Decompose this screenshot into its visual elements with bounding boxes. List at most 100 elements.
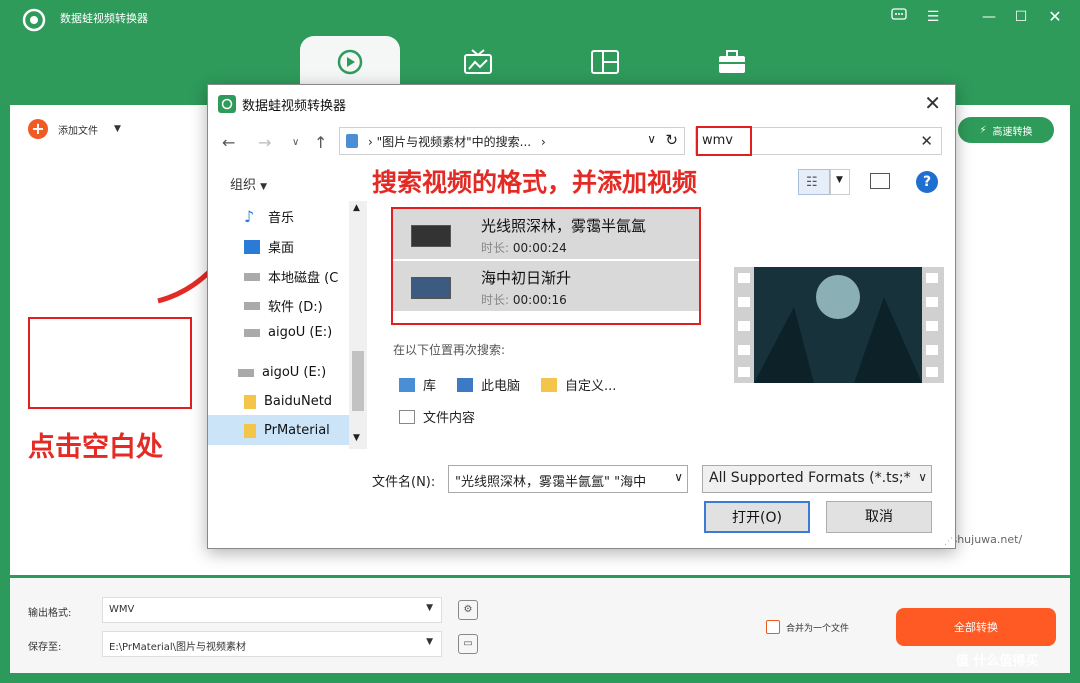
address-chevron-icon: › [540,135,546,149]
save-to-select[interactable]: E:\PrMaterial\图片与视频素材 ▼ [102,631,442,657]
search-location-file-content[interactable]: 文件内容 [399,407,475,426]
convert-icon [337,49,363,75]
sidebar-item-label: aigoU (E:) [268,325,333,340]
merge-checkbox[interactable]: 合并为一个文件 [766,620,849,634]
plus-icon: + [28,119,48,139]
files-highlight [391,207,701,325]
sidebar-item-label: PrMaterial [264,423,330,438]
click-blank-annotation: 点击空白处 [28,432,163,463]
lightning-icon: ⚡ [979,124,987,136]
dialog-app-icon [218,95,236,113]
sidebar-item-prmaterial[interactable]: PrMaterial [244,423,330,438]
back-arrow-icon[interactable]: ← [222,133,235,152]
output-format-select[interactable]: WMV ▼ [102,597,442,623]
location-label: 自定义... [565,379,617,394]
search-location-custom[interactable]: 自定义... [541,375,616,394]
output-format-label: 输出格式: [28,608,72,619]
organize-label: 组织 [230,178,257,193]
sidebar-item-aigou-e[interactable]: aigoU (E:) [244,325,332,340]
output-settings-icon[interactable]: ⚙ [458,600,478,620]
computer-icon [457,377,473,392]
drive-icon [244,301,260,310]
sidebar-item-label: 本地磁盘 (C [268,271,339,286]
custom-folder-icon [541,377,557,392]
merge-label: 合并为一个文件 [786,623,850,634]
save-to-value: E:\PrMaterial\图片与视频素材 [109,642,247,653]
brand-watermark-icon: 值 [956,654,970,669]
view-dropdown-button[interactable]: ▼ [830,169,850,195]
chevron-down-icon[interactable]: ▼ [114,124,121,134]
sidebar-item-software-d[interactable]: 软件 (D:) [244,296,323,315]
preview-pane-icon[interactable] [870,173,890,189]
forward-arrow-icon[interactable]: → [258,133,271,152]
checkbox-icon[interactable] [766,620,780,634]
clear-search-icon[interactable]: ✕ [920,132,933,150]
chevron-down-icon: ▼ [260,182,268,192]
sidebar-item-local-disk-c[interactable]: 本地磁盘 (C [244,267,338,286]
address-chevron-icon: › [368,135,373,149]
view-details-button[interactable]: ☷ [798,169,830,195]
speed-convert-label: 高速转换 [992,126,1033,138]
app-logo-icon [22,8,46,32]
sidebar-scrollbar[interactable]: ▲ ▼ [349,201,367,449]
brand-watermark-text: 什么值得买 [973,654,1039,669]
address-dropdown-icon[interactable]: ∨ [647,132,656,146]
speed-convert-button[interactable]: ⚡ 高速转换 [958,117,1054,143]
search-box[interactable]: wmv ✕ [695,126,942,156]
menu-icon[interactable]: ☰ [924,8,942,26]
sidebar-item-desktop[interactable]: 桌面 [244,237,294,256]
dialog-title: 数据蛙视频转换器 [242,99,347,114]
organize-menu[interactable]: 组织 ▼ [230,174,267,193]
up-arrow-icon[interactable]: ↑ [314,133,327,152]
open-folder-icon[interactable]: ▭ [458,634,478,654]
blank-area-highlight[interactable] [28,317,192,409]
sidebar-item-music[interactable]: ♪ 音乐 [244,207,294,226]
resize-grip-icon[interactable]: ⋰ [944,537,954,547]
refresh-icon[interactable]: ↻ [665,131,678,149]
filename-label: 文件名(N): [372,475,436,490]
sidebar-item-label: 软件 (D:) [268,300,323,315]
search-input[interactable]: wmv [696,126,752,156]
music-icon: ♪ [244,206,255,226]
address-bar[interactable]: › "图片与视频素材"中的搜索... › ∨ ↻ [339,127,685,155]
location-label: 此电脑 [481,379,521,394]
search-again-label: 在以下位置再次搜索: [393,343,506,357]
filename-input[interactable]: "光线照深林，雾霭半氤氲" "海中 ∨ [448,465,688,493]
feedback-icon[interactable] [890,8,908,26]
usb-drive-icon [238,368,254,377]
open-button[interactable]: 打开(O) [704,501,810,533]
minimize-icon[interactable]: — [980,8,998,26]
scroll-down-icon[interactable]: ▼ [353,433,360,443]
search-location-computer[interactable]: 此电脑 [457,375,520,394]
help-icon[interactable]: ? [916,171,938,193]
sidebar-item-aigou-e-usb[interactable]: aigoU (E:) [238,365,326,380]
navigation-pane: ♪ 音乐 桌面 本地磁盘 (C 软件 (D:) aigoU (E:) aigoU… [208,201,368,449]
library-icon [399,377,415,392]
file-open-dialog: 数据蛙视频转换器 ✕ ← → ∨ ↑ › "图片与视频素材"中的搜索... › … [207,84,956,549]
close-window-icon[interactable]: ✕ [1046,8,1064,26]
location-label: 库 [423,379,437,394]
add-file-label: 添加文件 [58,125,98,137]
save-to-label: 保存至: [28,642,62,653]
maximize-icon[interactable]: ☐ [1012,8,1030,26]
preview-pane [734,267,944,383]
add-file-button[interactable]: + 添加文件 ▼ [28,119,121,139]
recent-dropdown-icon[interactable]: ∨ [292,137,299,148]
folder-icon [244,394,256,409]
chevron-down-icon: ∨ [918,470,927,484]
search-location-library[interactable]: 库 [399,375,436,394]
chevron-down-icon[interactable]: ∨ [674,470,683,484]
scrollbar-thumb[interactable] [352,351,364,411]
search-annotation: 搜索视频的格式，并添加视频 [372,168,698,197]
sidebar-item-baidunetdisk[interactable]: BaiduNetd [244,394,332,409]
scroll-up-icon[interactable]: ▲ [353,203,360,213]
dialog-close-icon[interactable]: ✕ [924,91,941,115]
sidebar-item-label: 桌面 [268,241,295,256]
search-folder-icon [346,134,358,148]
sidebar-item-label: BaiduNetd [264,394,333,409]
location-label: 文件内容 [423,411,476,426]
convert-all-button[interactable]: 全部转换 [896,608,1056,646]
file-type-select[interactable]: All Supported Formats (*.ts;* ∨ [702,465,932,493]
cancel-button[interactable]: 取消 [826,501,932,533]
address-text: "图片与视频素材"中的搜索... [376,135,532,149]
